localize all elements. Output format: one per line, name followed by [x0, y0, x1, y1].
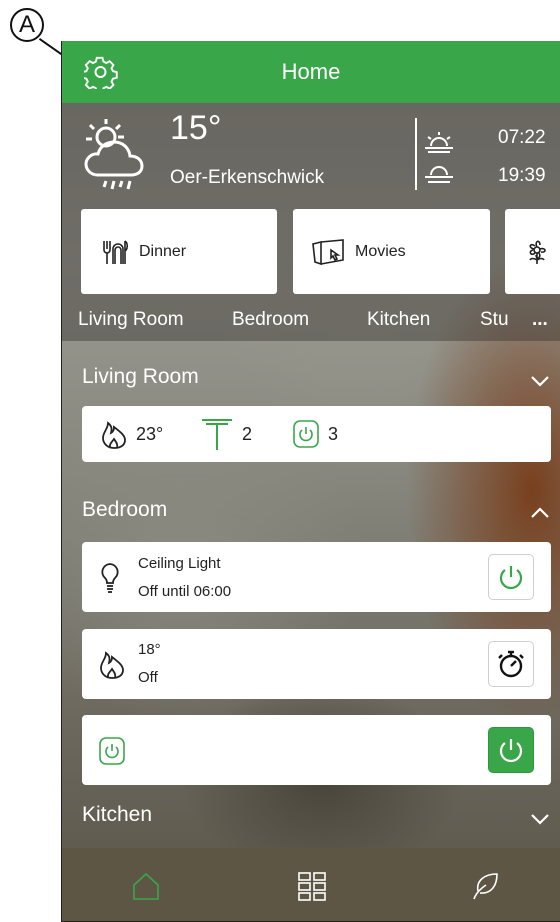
power-icon [499, 739, 523, 763]
dinner-icon [103, 239, 129, 264]
section-title-living-room[interactable]: Living Room [82, 365, 199, 389]
weather-divider [415, 118, 417, 190]
scene-flower-button[interactable] [505, 209, 560, 294]
sunrise-icon [424, 131, 454, 153]
temperature-value: 15° [170, 109, 222, 147]
heating-temperature: 18° [138, 641, 161, 658]
power-plug-icon [293, 420, 319, 448]
movies-icon [312, 238, 344, 265]
tab-bedroom[interactable]: Bedroom [232, 309, 309, 331]
scene-label: Movies [355, 242, 406, 260]
blinds-count: 2 [242, 423, 253, 444]
living-room-summary-card[interactable]: 23° 2 3 [82, 406, 551, 462]
power-plug-icon [99, 737, 125, 765]
sunset-time: 19:39 [498, 165, 546, 186]
tab-more[interactable]: ... [532, 309, 548, 331]
device-name: Ceiling Light [138, 555, 221, 572]
section-title-bedroom[interactable]: Bedroom [82, 498, 167, 522]
living-room-temperature: 23° [136, 423, 164, 444]
bottom-nav-bar [62, 848, 560, 921]
scene-label: Dinner [139, 242, 187, 260]
light-bulb-icon [101, 563, 119, 593]
stopwatch-icon [498, 650, 524, 678]
heating-stat: 23° [100, 406, 163, 462]
sunset-icon [424, 165, 454, 187]
scene-movies-button[interactable]: Movies [293, 209, 490, 294]
leaf-icon[interactable] [470, 871, 500, 906]
callout-label: A [10, 8, 44, 42]
ceiling-light-card[interactable]: Ceiling Light Off until 06:00 [82, 542, 551, 612]
chevron-up-icon[interactable] [530, 506, 550, 520]
timer-button[interactable] [488, 641, 534, 687]
section-title-kitchen[interactable]: Kitchen [82, 803, 152, 827]
device-status: Off until 06:00 [138, 583, 232, 600]
cloud-sun-rain-icon [84, 117, 156, 197]
gear-icon[interactable] [81, 55, 118, 94]
chevron-down-icon[interactable] [530, 374, 550, 388]
sunrise-time: 07:22 [498, 127, 546, 148]
heating-status: Off [138, 669, 158, 686]
app-screen: Home 15° Oer-Erkenschwick 07:22 19:39 Di… [61, 41, 560, 922]
grid-icon[interactable] [297, 871, 327, 908]
blinds-stat: 2 [200, 406, 252, 462]
plugs-stat: 3 [292, 406, 338, 462]
light-power-button[interactable] [488, 554, 534, 600]
scene-dinner-button[interactable]: Dinner [81, 209, 277, 294]
home-icon[interactable] [132, 871, 160, 906]
tab-kitchen[interactable]: Kitchen [367, 309, 430, 331]
blinds-icon [202, 419, 232, 450]
tab-living-room[interactable]: Living Room [78, 309, 184, 331]
page-title: Home [281, 59, 341, 84]
plug-power-button[interactable] [488, 727, 534, 773]
flower-icon [529, 240, 546, 264]
power-icon [499, 566, 523, 590]
plugs-count: 3 [328, 423, 339, 444]
flame-icon [100, 651, 124, 679]
heating-card[interactable]: 18° Off [82, 629, 551, 699]
flame-icon [102, 421, 126, 449]
smart-plug-card[interactable] [82, 715, 551, 785]
room-tabs: Living Room Bedroom Kitchen Stu ... [62, 309, 560, 339]
tab-study[interactable]: Stu [480, 309, 509, 331]
location-name: Oer-Erkenschwick [170, 167, 325, 188]
chevron-down-icon[interactable] [530, 812, 550, 826]
callout-text: A [18, 11, 35, 38]
